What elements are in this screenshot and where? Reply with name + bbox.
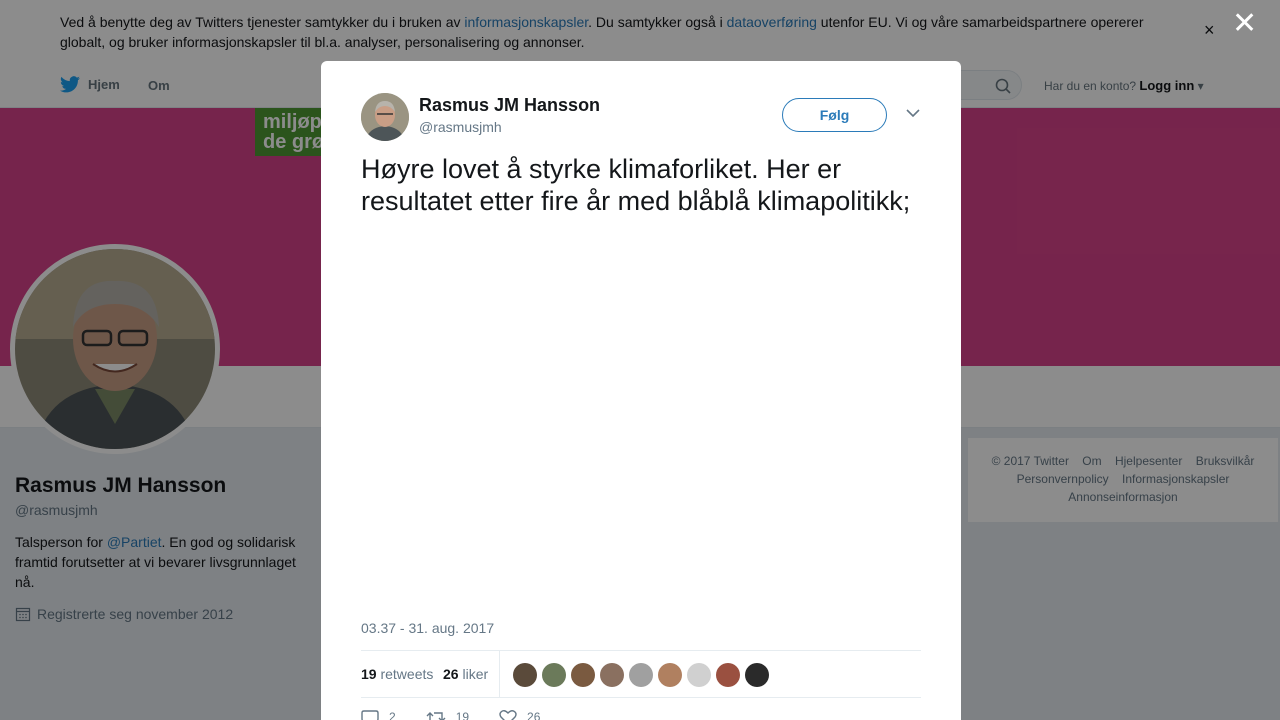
heart-icon bbox=[499, 710, 517, 720]
tweet-text: Høyre lovet å styrke klimaforliket. Her … bbox=[361, 154, 911, 216]
liker-avatar[interactable] bbox=[745, 663, 769, 687]
tweet-author-handle[interactable]: @rasmusjmh bbox=[419, 119, 502, 135]
liker-avatar[interactable] bbox=[542, 663, 566, 687]
retweet-icon bbox=[426, 712, 446, 720]
liker-avatar[interactable] bbox=[716, 663, 740, 687]
likes-count: 26 bbox=[443, 666, 459, 682]
chevron-down-icon[interactable] bbox=[906, 109, 920, 118]
reply-count: 2 bbox=[389, 710, 396, 720]
tweet-modal: Rasmus JM Hansson @rasmusjmh Følg Høyre … bbox=[321, 61, 961, 720]
tweet-timestamp[interactable]: 03.37 - 31. aug. 2017 bbox=[361, 620, 494, 636]
retweets-stat[interactable]: 19 retweets bbox=[361, 666, 433, 682]
like-count: 26 bbox=[527, 710, 541, 720]
avatar-image bbox=[361, 93, 409, 141]
retweet-count: 19 bbox=[455, 710, 470, 720]
close-icon[interactable]: ✕ bbox=[1232, 8, 1257, 40]
tweet-author-avatar[interactable] bbox=[361, 93, 409, 141]
like-button[interactable]: 26 bbox=[499, 709, 540, 720]
liker-avatar[interactable] bbox=[571, 663, 595, 687]
reply-icon bbox=[361, 710, 379, 720]
liker-avatars bbox=[513, 663, 769, 687]
tweet-stats: 19 retweets 26 liker bbox=[361, 650, 921, 698]
stats-divider bbox=[499, 651, 500, 697]
retweets-label: retweets bbox=[380, 666, 434, 682]
tweet-actions: 2 19 26 bbox=[361, 709, 540, 720]
retweets-count: 19 bbox=[361, 666, 377, 682]
tweet-author-name[interactable]: Rasmus JM Hansson bbox=[419, 95, 600, 116]
reply-button[interactable]: 2 bbox=[361, 709, 396, 720]
retweet-button[interactable]: 19 bbox=[426, 709, 469, 720]
likes-label: liker bbox=[462, 666, 489, 682]
liker-avatar[interactable] bbox=[629, 663, 653, 687]
liker-avatar[interactable] bbox=[600, 663, 624, 687]
liker-avatar[interactable] bbox=[687, 663, 711, 687]
liker-avatar[interactable] bbox=[658, 663, 682, 687]
follow-button[interactable]: Følg bbox=[782, 98, 887, 132]
liker-avatar[interactable] bbox=[513, 663, 537, 687]
likes-stat[interactable]: 26 liker bbox=[443, 666, 488, 682]
